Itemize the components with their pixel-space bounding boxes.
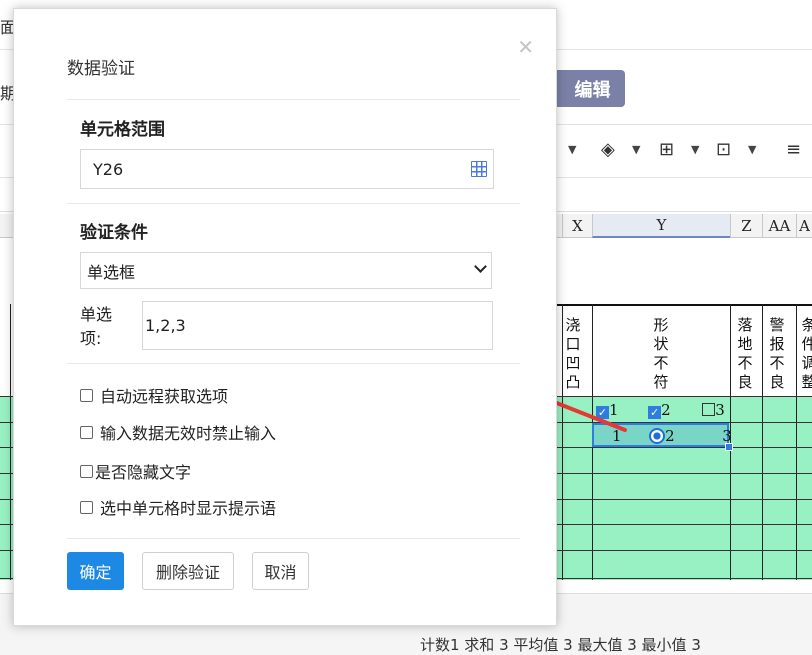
dialog-title: 数据验证: [67, 59, 135, 79]
options-input[interactable]: [143, 302, 492, 349]
grid-line: [562, 304, 563, 580]
range-section-title: 单元格范围: [80, 120, 165, 140]
header-z: 落地不良: [737, 316, 753, 391]
header-aa: 警报不良: [769, 316, 785, 391]
condition-selected-value: 单选框: [87, 262, 136, 282]
chevron-down-icon: [474, 260, 487, 273]
check-forbid-invalid[interactable]: 输入数据无效时禁止输入: [80, 420, 276, 444]
checkbox[interactable]: [80, 388, 93, 402]
cell-checkbox-label: 3: [715, 401, 725, 419]
check-hide-text[interactable]: 是否隐藏文字: [80, 459, 191, 483]
cell-radio-label: 1: [612, 427, 622, 445]
column-header-x[interactable]: X: [562, 214, 592, 238]
edit-button[interactable]: 编辑: [552, 70, 625, 107]
cell-radio-group: 1 2 3: [596, 427, 732, 445]
divider: [67, 99, 520, 100]
data-validation-dialog: ✕ 数据验证 单元格范围 验证条件 单选框 单选项: 自动远程获取选项 输入数据…: [13, 8, 557, 626]
column-header-y[interactable]: Y: [592, 214, 730, 238]
condition-section-title: 验证条件: [80, 223, 148, 243]
checkbox-label: 选中单元格时显示提示语: [100, 499, 277, 518]
header-x: 浇口凹凸: [565, 316, 581, 391]
cell-checkbox[interactable]: ✓: [596, 406, 609, 419]
checkbox[interactable]: [80, 425, 93, 439]
checkbox[interactable]: [80, 500, 93, 514]
fill-color-icon[interactable]: ◈: [601, 139, 615, 160]
chevron-down-icon[interactable]: ▼: [748, 143, 756, 156]
cell-checkbox[interactable]: [702, 403, 716, 416]
chevron-down-icon[interactable]: ▼: [691, 143, 699, 156]
border-icon[interactable]: ⊞: [659, 139, 674, 160]
divider: [67, 203, 520, 204]
cell-checkbox-label: 2: [661, 401, 671, 419]
grid-line: [762, 304, 763, 580]
close-icon[interactable]: ✕: [517, 35, 534, 59]
checkbox-label: 自动远程获取选项: [100, 387, 229, 406]
cell-range-field[interactable]: [80, 149, 494, 189]
cell-radio[interactable]: [649, 428, 666, 444]
header-a: 条件调整: [801, 316, 812, 391]
options-label: 单选项:: [80, 305, 113, 348]
status-summary: 计数1 求和 3 平均值 3 最大值 3 最小值 3: [420, 636, 701, 654]
confirm-button[interactable]: 确定: [67, 552, 124, 590]
cell-checkbox-label: 1: [609, 401, 619, 419]
header-y: 形状不符: [653, 316, 669, 391]
grid-line: [10, 304, 11, 580]
divider: [67, 538, 520, 539]
checkbox-label: 输入数据无效时禁止输入: [100, 424, 277, 443]
column-header-z[interactable]: Z: [730, 214, 762, 238]
cell-radio-label: 2: [665, 427, 675, 445]
cell-checkbox-group: ✓ 1 ✓ 2 3: [596, 401, 725, 419]
divider: [67, 363, 520, 364]
options-field[interactable]: [142, 301, 493, 350]
merge-cells-icon[interactable]: ⊡: [716, 139, 731, 160]
column-header-a[interactable]: A: [796, 214, 812, 238]
check-remote-options[interactable]: 自动远程获取选项: [80, 383, 228, 407]
condition-select[interactable]: 单选框: [80, 252, 492, 289]
checkbox[interactable]: [80, 464, 93, 478]
delete-validation-button[interactable]: 删除验证: [142, 552, 234, 590]
cell-radio[interactable]: [706, 428, 723, 444]
cell-radio[interactable]: [596, 428, 612, 444]
fill-handle[interactable]: [725, 443, 733, 451]
cell-range-input[interactable]: [81, 150, 493, 188]
cancel-button[interactable]: 取消: [252, 552, 309, 590]
cell-checkbox[interactable]: ✓: [648, 406, 662, 419]
chevron-down-icon[interactable]: ▼: [632, 143, 640, 156]
column-header-aa[interactable]: AA: [762, 214, 796, 238]
grid-line: [796, 304, 797, 580]
align-left-icon[interactable]: ≡: [786, 139, 801, 160]
checkbox-label: 是否隐藏文字: [95, 463, 192, 482]
check-show-tip[interactable]: 选中单元格时显示提示语: [80, 495, 276, 519]
chevron-down-icon[interactable]: ▼: [568, 143, 576, 156]
grid-select-icon[interactable]: [471, 161, 487, 177]
